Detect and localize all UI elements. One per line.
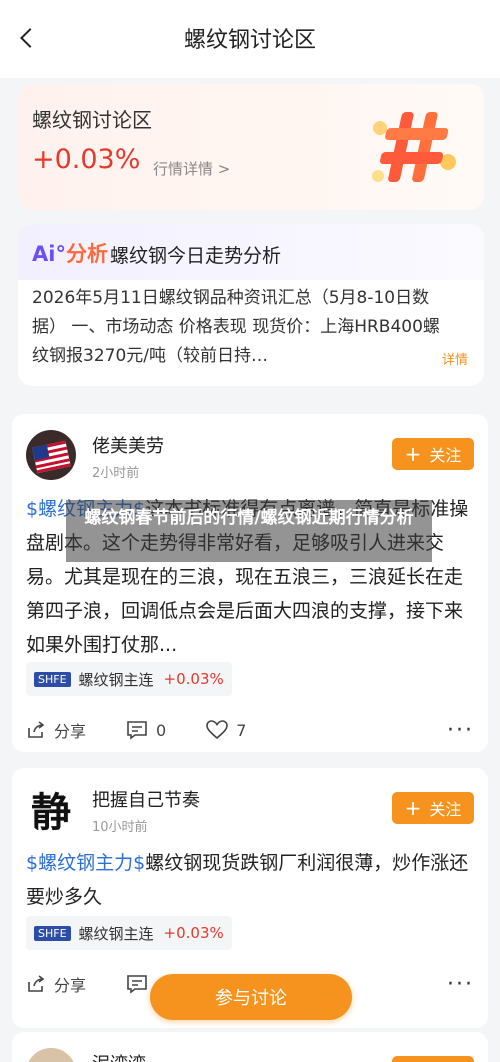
more-icon[interactable]: ··· bbox=[447, 972, 474, 997]
ai-header: Ai°分析 螺纹钢今日走势分析 bbox=[18, 224, 484, 280]
like-button[interactable]: 7 bbox=[206, 720, 246, 740]
comment-icon bbox=[127, 975, 147, 994]
follow-label: 关注 bbox=[429, 446, 462, 465]
plus-icon: + bbox=[404, 442, 422, 466]
avatar[interactable]: 静 bbox=[26, 784, 76, 834]
hero-change: +0.03% bbox=[32, 144, 141, 175]
plus-icon: + bbox=[404, 796, 422, 820]
market-detail-link[interactable]: 行情详情 > bbox=[153, 158, 230, 179]
ai-logo: Ai°分析 bbox=[32, 238, 108, 268]
comment-icon bbox=[127, 721, 147, 740]
username[interactable]: 把握自己节奏 bbox=[92, 786, 200, 812]
post-time: 10小时前 bbox=[92, 820, 148, 835]
page-title: 螺纹钢讨论区 bbox=[183, 28, 316, 53]
share-label: 分享 bbox=[54, 976, 87, 995]
share-button[interactable]: 分享 bbox=[26, 972, 86, 996]
share-button[interactable]: 分享 bbox=[26, 718, 86, 742]
ai-logo-label: 分析 bbox=[65, 242, 108, 266]
flag-avatar-icon bbox=[26, 430, 76, 480]
dog-avatar-icon bbox=[26, 1048, 76, 1062]
stock-change: +0.03% bbox=[163, 924, 224, 942]
follow-button[interactable]: + 关注 bbox=[392, 792, 474, 824]
more-icon[interactable]: ··· bbox=[447, 718, 474, 743]
ai-analysis-card[interactable]: Ai°分析 螺纹钢今日走势分析 2026年5月11日螺纹钢品种资讯汇总（5月8-… bbox=[18, 224, 484, 386]
overlay-caption: 螺纹钢春节前后的行情/螺纹钢近期行情分析 bbox=[66, 500, 432, 562]
hero-name: 螺纹钢讨论区 bbox=[32, 108, 152, 132]
ai-logo-prefix: Ai° bbox=[32, 242, 66, 266]
like-count: 7 bbox=[236, 720, 247, 740]
follow-button[interactable]: +关注 bbox=[392, 1056, 474, 1062]
username[interactable]: 泥湾湾 bbox=[92, 1050, 146, 1062]
stock-chip[interactable]: SHFE 螺纹钢主连 +0.03% bbox=[26, 662, 232, 696]
top-bar: 螺纹钢讨论区 bbox=[0, 0, 500, 78]
stock-change: +0.03% bbox=[163, 670, 224, 688]
stock-chip[interactable]: SHFE 螺纹钢主连 +0.03% bbox=[26, 916, 232, 950]
avatar[interactable] bbox=[26, 1048, 76, 1062]
stock-name: 螺纹钢主连 bbox=[78, 670, 154, 689]
post-actions: 分享 0 7 ··· bbox=[26, 718, 474, 743]
exchange-badge: SHFE bbox=[34, 925, 71, 941]
follow-button[interactable]: + 关注 bbox=[392, 438, 474, 470]
avatar[interactable] bbox=[26, 430, 76, 480]
heart-icon bbox=[206, 720, 229, 740]
exchange-badge: SHFE bbox=[34, 671, 71, 687]
stock-tag[interactable]: $螺纹钢主力$ bbox=[26, 852, 145, 874]
ai-body: 2026年5月11日螺纹钢品种资讯汇总（5月8-10日数据） 一、市场动态 价格… bbox=[32, 288, 440, 366]
hash-icon bbox=[372, 112, 456, 182]
avatar-char: 静 bbox=[31, 790, 71, 834]
post-card[interactable]: 泥湾湾 +关注 bbox=[12, 1032, 488, 1062]
post-card[interactable]: 佬美美劳 2小时前 +关注 $螺纹钢主力$这本书标准得有点离谱，简直是标准操盘剧… bbox=[12, 414, 488, 752]
comment-button[interactable]: 0 bbox=[126, 720, 166, 740]
follow-label: 关注 bbox=[429, 800, 462, 819]
username[interactable]: 佬美美劳 bbox=[92, 432, 164, 458]
hero-card[interactable]: 螺纹钢讨论区 +0.03% 行情详情 > bbox=[18, 84, 484, 210]
share-label: 分享 bbox=[54, 722, 87, 741]
stock-name: 螺纹钢主连 bbox=[78, 924, 154, 943]
share-icon bbox=[28, 975, 45, 992]
post-content[interactable]: $螺纹钢主力$螺纹钢现货跌钢厂利润很薄，炒作涨还要炒多久 bbox=[26, 846, 478, 914]
post-time: 2小时前 bbox=[92, 466, 140, 481]
comment-count: 0 bbox=[156, 720, 167, 740]
share-icon bbox=[28, 721, 45, 738]
ai-title: 螺纹钢今日走势分析 bbox=[110, 245, 282, 267]
join-discussion-button[interactable]: 参与讨论 bbox=[150, 974, 352, 1020]
ai-detail-link[interactable]: 详情 bbox=[442, 349, 468, 368]
